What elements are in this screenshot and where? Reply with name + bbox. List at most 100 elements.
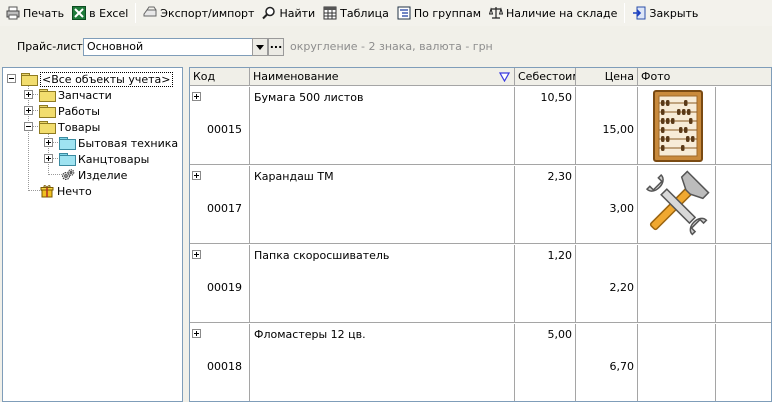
pricelist-dropdown-button[interactable]: [252, 38, 268, 56]
cell-code: 00017: [190, 166, 250, 244]
column-header-cost[interactable]: Себестоим: [515, 68, 576, 86]
close-button[interactable]: Закрыть: [628, 2, 702, 24]
row-expand-toggle[interactable]: [192, 329, 201, 338]
tree-expand-toggle[interactable]: [24, 106, 33, 115]
sort-desc-icon: [498, 71, 511, 85]
tree-item-tovary[interactable]: Товары: [39, 119, 100, 135]
cell-photo: [638, 324, 716, 401]
search-icon: [262, 6, 276, 20]
row-expand-toggle[interactable]: [192, 250, 201, 259]
cell-code: 00018: [190, 324, 250, 401]
row-cost: 1,20: [547, 249, 573, 262]
pricelist-note: округление - 2 знака, валюта - грн: [290, 40, 493, 53]
tree-item-label: Канцтовары: [78, 152, 150, 166]
tree-collapse-toggle[interactable]: [7, 74, 16, 83]
tree-item-label: Нечто: [57, 184, 92, 198]
column-header-price[interactable]: Цена: [576, 68, 638, 86]
table-row[interactable]: 00018 Фломастеры 12 цв. 5,00 6,70: [190, 324, 771, 401]
abacus-icon: [639, 88, 714, 163]
folder-icon: [39, 105, 56, 118]
cell-photo: [638, 166, 716, 244]
row-code: 00017: [207, 202, 242, 215]
cell-price: 15,00: [576, 87, 638, 165]
close-label: Закрыть: [649, 6, 699, 20]
tree-expand-toggle[interactable]: [24, 90, 33, 99]
tree-item-label: Товары: [58, 120, 101, 134]
cell-code: 00019: [190, 245, 250, 323]
price-grid[interactable]: Код Наименование Себестоим Цена Фото 000…: [189, 67, 772, 402]
cell-price: 3,00: [576, 166, 638, 244]
row-cost: 10,50: [540, 91, 573, 104]
excel-label: в Excel: [89, 6, 129, 20]
row-code: 00015: [207, 123, 242, 136]
column-header-photo[interactable]: Фото: [638, 68, 771, 86]
tree-expand-toggle[interactable]: [44, 138, 53, 147]
cell-price: 6,70: [576, 324, 638, 401]
pricelist-select[interactable]: Основной: [83, 38, 256, 56]
tree-item-bytovaya-tehnika[interactable]: Бытовая техника: [59, 135, 178, 151]
by-groups-label: По группам: [413, 6, 482, 20]
table-row[interactable]: 00017 Карандаш ТМ 2,30 3,00: [190, 166, 771, 244]
stock-label: Наличие на складе: [506, 6, 618, 20]
gift-icon: [40, 184, 54, 198]
row-price: 2,20: [609, 281, 635, 294]
gears-icon: [61, 168, 75, 182]
table-icon: [323, 6, 337, 20]
cell-cost: 10,50: [515, 87, 576, 165]
tree-expand-toggle[interactable]: [44, 154, 53, 163]
table-button[interactable]: Таблица: [319, 2, 393, 24]
cell-cost: 2,30: [515, 166, 576, 244]
tools-icon: [639, 167, 714, 242]
cell-name: Фломастеры 12 цв.: [250, 324, 515, 401]
column-header-label: Наименование: [253, 70, 339, 83]
tree-item-izdelie[interactable]: Изделие: [61, 167, 127, 183]
row-expand-toggle[interactable]: [192, 92, 201, 101]
printer-icon: [6, 6, 20, 20]
export-import-button[interactable]: Экспорт/импорт: [139, 2, 258, 24]
tree-item-nechto[interactable]: Нечто: [40, 183, 92, 199]
folder-icon: [59, 153, 76, 166]
folder-open-icon: [39, 121, 56, 134]
tree-item-kanctovary[interactable]: Канцтовары: [59, 151, 149, 167]
cell-photo: [638, 245, 716, 323]
excel-icon: [72, 6, 87, 20]
tree-item-root[interactable]: <Все объекты учета>: [21, 71, 173, 87]
row-expand-toggle[interactable]: [192, 171, 201, 180]
column-header-code[interactable]: Код: [190, 68, 250, 86]
table-row[interactable]: 00015 Бумага 500 листов 10,50 15,00: [190, 87, 771, 165]
table-row[interactable]: 00019 Папка скоросшиватель 1,20 2,20: [190, 245, 771, 323]
find-button[interactable]: Найти: [258, 2, 319, 24]
folder-open-icon: [21, 73, 38, 86]
cell-cost: 5,00: [515, 324, 576, 401]
by-groups-button[interactable]: По группам: [393, 2, 485, 24]
column-header-name[interactable]: Наименование: [250, 68, 515, 86]
pricelist-more-button[interactable]: ...: [268, 38, 284, 56]
row-name: Бумага 500 листов: [254, 91, 364, 104]
stock-button[interactable]: Наличие на складе: [485, 2, 621, 24]
tree-item-raboty[interactable]: Работы: [39, 103, 100, 119]
folder-icon: [39, 89, 56, 102]
category-tree[interactable]: <Все объекты учета> Запчасти Работы Това…: [2, 67, 183, 402]
grid-header: Код Наименование Себестоим Цена Фото: [190, 68, 771, 86]
excel-button[interactable]: в Excel: [68, 2, 132, 24]
table-label: Таблица: [340, 6, 389, 20]
cell-price: 2,20: [576, 245, 638, 323]
list-icon: [397, 6, 411, 20]
cell-cost: 1,20: [515, 245, 576, 323]
tree-collapse-toggle[interactable]: [24, 122, 33, 131]
row-cost: 2,30: [547, 170, 573, 183]
find-label: Найти: [279, 6, 316, 20]
folder-icon: [59, 137, 76, 150]
row-name: Папка скоросшиватель: [254, 249, 390, 262]
tree-item-label: Запчасти: [58, 88, 112, 102]
toolbar-separator: [135, 3, 137, 23]
cell-name: Бумага 500 листов: [250, 87, 515, 165]
row-price: 3,00: [609, 202, 635, 215]
row-name: Фломастеры 12 цв.: [254, 328, 366, 341]
row-cost: 5,00: [547, 328, 573, 341]
cell-name: Карандаш ТМ: [250, 166, 515, 244]
tree-item-zapchasti[interactable]: Запчасти: [39, 87, 112, 103]
toolbar-separator: [624, 3, 626, 23]
print-button[interactable]: Печать: [2, 2, 68, 24]
exit-icon: [632, 6, 646, 20]
